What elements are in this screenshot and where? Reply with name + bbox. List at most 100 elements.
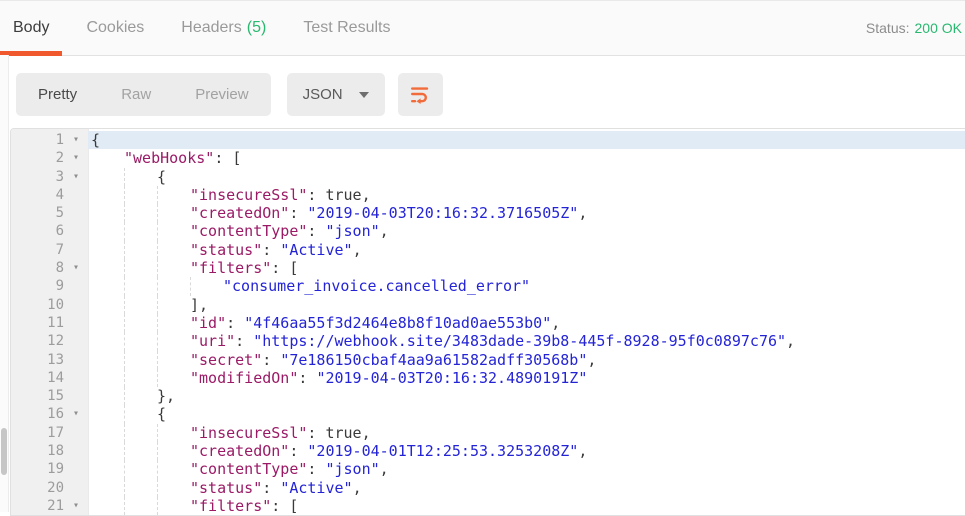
indent-guide: [124, 332, 125, 350]
code-text[interactable]: {: [88, 405, 965, 423]
code-text[interactable]: "contentType": "json",: [88, 460, 965, 478]
headers-count-badge: (5): [247, 19, 267, 37]
fold-arrow-icon[interactable]: ▾: [64, 131, 88, 149]
indent-guide: [124, 168, 125, 186]
line-number: 14: [11, 369, 64, 387]
json-punctuation: ,: [578, 442, 587, 460]
fold-arrow-icon[interactable]: ▾: [64, 149, 88, 167]
postman-response-pane: { "tabs": { "items": [ {"label": "Body"}…: [0, 0, 965, 512]
code-text[interactable]: {: [88, 168, 965, 186]
tab-label: Test Results: [303, 19, 390, 37]
code-text[interactable]: "status": "Active",: [88, 241, 965, 259]
line-number: 17: [11, 424, 64, 442]
code-text[interactable]: {: [88, 131, 965, 149]
tab-label: Body: [13, 19, 49, 37]
json-punctuation: ,: [380, 222, 389, 240]
tab-test-results[interactable]: Test Results: [290, 1, 403, 55]
json-string: "7e186150cbaf4aa9a61582adff30568b": [280, 351, 587, 369]
code-line: 20 "status": "Active",: [11, 479, 965, 497]
code-line: 8▾"filters": [: [11, 259, 965, 277]
line-number: 11: [11, 314, 64, 332]
code-text[interactable]: "consumer_invoice.cancelled_error": [88, 277, 965, 295]
response-status: Status: 200 OK: [866, 1, 965, 55]
code-text[interactable]: "secret": "7e186150cbaf4aa9a61582adff305…: [88, 351, 965, 369]
line-gutter-cell: 9: [11, 277, 88, 295]
json-punctuation: {: [91, 131, 100, 149]
code-text[interactable]: "modifiedOn": "2019-04-03T20:16:32.48901…: [88, 369, 965, 387]
view-mode-preview[interactable]: Preview: [173, 73, 270, 116]
indent-guide: [124, 460, 125, 478]
code-text[interactable]: "id": "4f46aa55f3d2464e8b8f10ad0ae553b0"…: [88, 314, 965, 332]
json-key: "insecureSsl": [190, 424, 307, 442]
tab-cookies[interactable]: Cookies: [73, 1, 157, 55]
json-punctuation: :: [289, 442, 307, 460]
code-text[interactable]: "status": "Active",: [88, 479, 965, 497]
line-number: 20: [11, 479, 64, 497]
code-text[interactable]: "filters": [: [88, 259, 965, 277]
json-key: "createdOn": [190, 442, 289, 460]
code-text[interactable]: "insecureSsl": true,: [88, 186, 965, 204]
json-punctuation: {: [157, 168, 166, 186]
tab-body[interactable]: Body: [0, 1, 62, 55]
line-gutter-cell: 5: [11, 204, 88, 222]
tab-headers[interactable]: Headers(5): [168, 1, 279, 55]
window-scrollbar[interactable]: [0, 55, 9, 512]
code-line: 13 "secret": "7e186150cbaf4aa9a61582adff3…: [11, 351, 965, 369]
code-line: 2▾"webHooks": [: [11, 149, 965, 167]
indent-guide: [157, 204, 158, 222]
indent-guide: [157, 460, 158, 478]
view-mode-raw[interactable]: Raw: [99, 73, 173, 116]
code-text[interactable]: "insecureSsl": true,: [88, 424, 965, 442]
json-punctuation: :: [307, 222, 325, 240]
window-scrollbar-thumb[interactable]: [1, 428, 7, 475]
code-lines: 1▾{2▾"webHooks": [3▾{4"insecureSsl": tru…: [11, 129, 965, 515]
json-key: "webHooks": [124, 149, 214, 167]
code-editor[interactable]: 1▾{2▾"webHooks": [3▾{4"insecureSsl": tru…: [10, 128, 965, 516]
indent-guide: [157, 351, 158, 369]
line-gutter-cell: 4: [11, 186, 88, 204]
code-text[interactable]: "createdOn": "2019-04-01T12:25:53.325320…: [88, 442, 965, 460]
view-mode-group: PrettyRawPreview: [16, 73, 271, 116]
indent-guide: [124, 314, 125, 332]
code-text[interactable]: },: [88, 387, 965, 405]
json-punctuation: ,: [578, 204, 587, 222]
json-string: "json": [325, 460, 379, 478]
indent-guide: [157, 332, 158, 350]
tab-label: Cookies: [86, 19, 144, 37]
line-number: 7: [11, 241, 64, 259]
json-key: "status": [190, 241, 262, 259]
json-punctuation: :: [298, 369, 316, 387]
line-number: 1: [11, 131, 64, 149]
language-dropdown[interactable]: JSON: [287, 73, 385, 116]
code-text[interactable]: "filters": [: [88, 497, 965, 515]
json-key: "createdOn": [190, 204, 289, 222]
code-line: 3▾{: [11, 168, 965, 186]
view-mode-pretty[interactable]: Pretty: [16, 73, 99, 116]
json-key: "status": [190, 479, 262, 497]
line-number: 13: [11, 351, 64, 369]
line-number: 10: [11, 296, 64, 314]
line-gutter-cell: 13: [11, 351, 88, 369]
code-text[interactable]: "webHooks": [: [88, 149, 965, 167]
json-string: "4f46aa55f3d2464e8b8f10ad0ae553b0": [244, 314, 551, 332]
code-text[interactable]: "contentType": "json",: [88, 222, 965, 240]
fold-arrow-icon[interactable]: ▾: [64, 405, 88, 423]
json-string: "Active": [280, 241, 352, 259]
code-text[interactable]: "createdOn": "2019-04-03T20:16:32.371650…: [88, 204, 965, 222]
line-gutter-cell: 11: [11, 314, 88, 332]
json-punctuation: :: [235, 332, 253, 350]
json-punctuation: ,: [786, 332, 795, 350]
json-key: "uri": [190, 332, 235, 350]
line-number: 21: [11, 497, 64, 515]
fold-arrow-icon[interactable]: ▾: [64, 168, 88, 186]
json-string: "https://webhook.site/3483dade-39b8-445f…: [253, 332, 786, 350]
response-tab-bar: Body Cookies Headers(5) Test Results Status…: [0, 0, 965, 56]
json-punctuation: ],: [190, 296, 208, 314]
fold-arrow-icon[interactable]: ▾: [64, 497, 88, 515]
line-gutter-cell: 19: [11, 460, 88, 478]
code-text[interactable]: "uri": "https://webhook.site/3483dade-39…: [88, 332, 965, 350]
line-number: 12: [11, 332, 64, 350]
wrap-text-button[interactable]: [398, 73, 443, 116]
fold-arrow-icon[interactable]: ▾: [64, 259, 88, 277]
code-text[interactable]: ],: [88, 296, 965, 314]
